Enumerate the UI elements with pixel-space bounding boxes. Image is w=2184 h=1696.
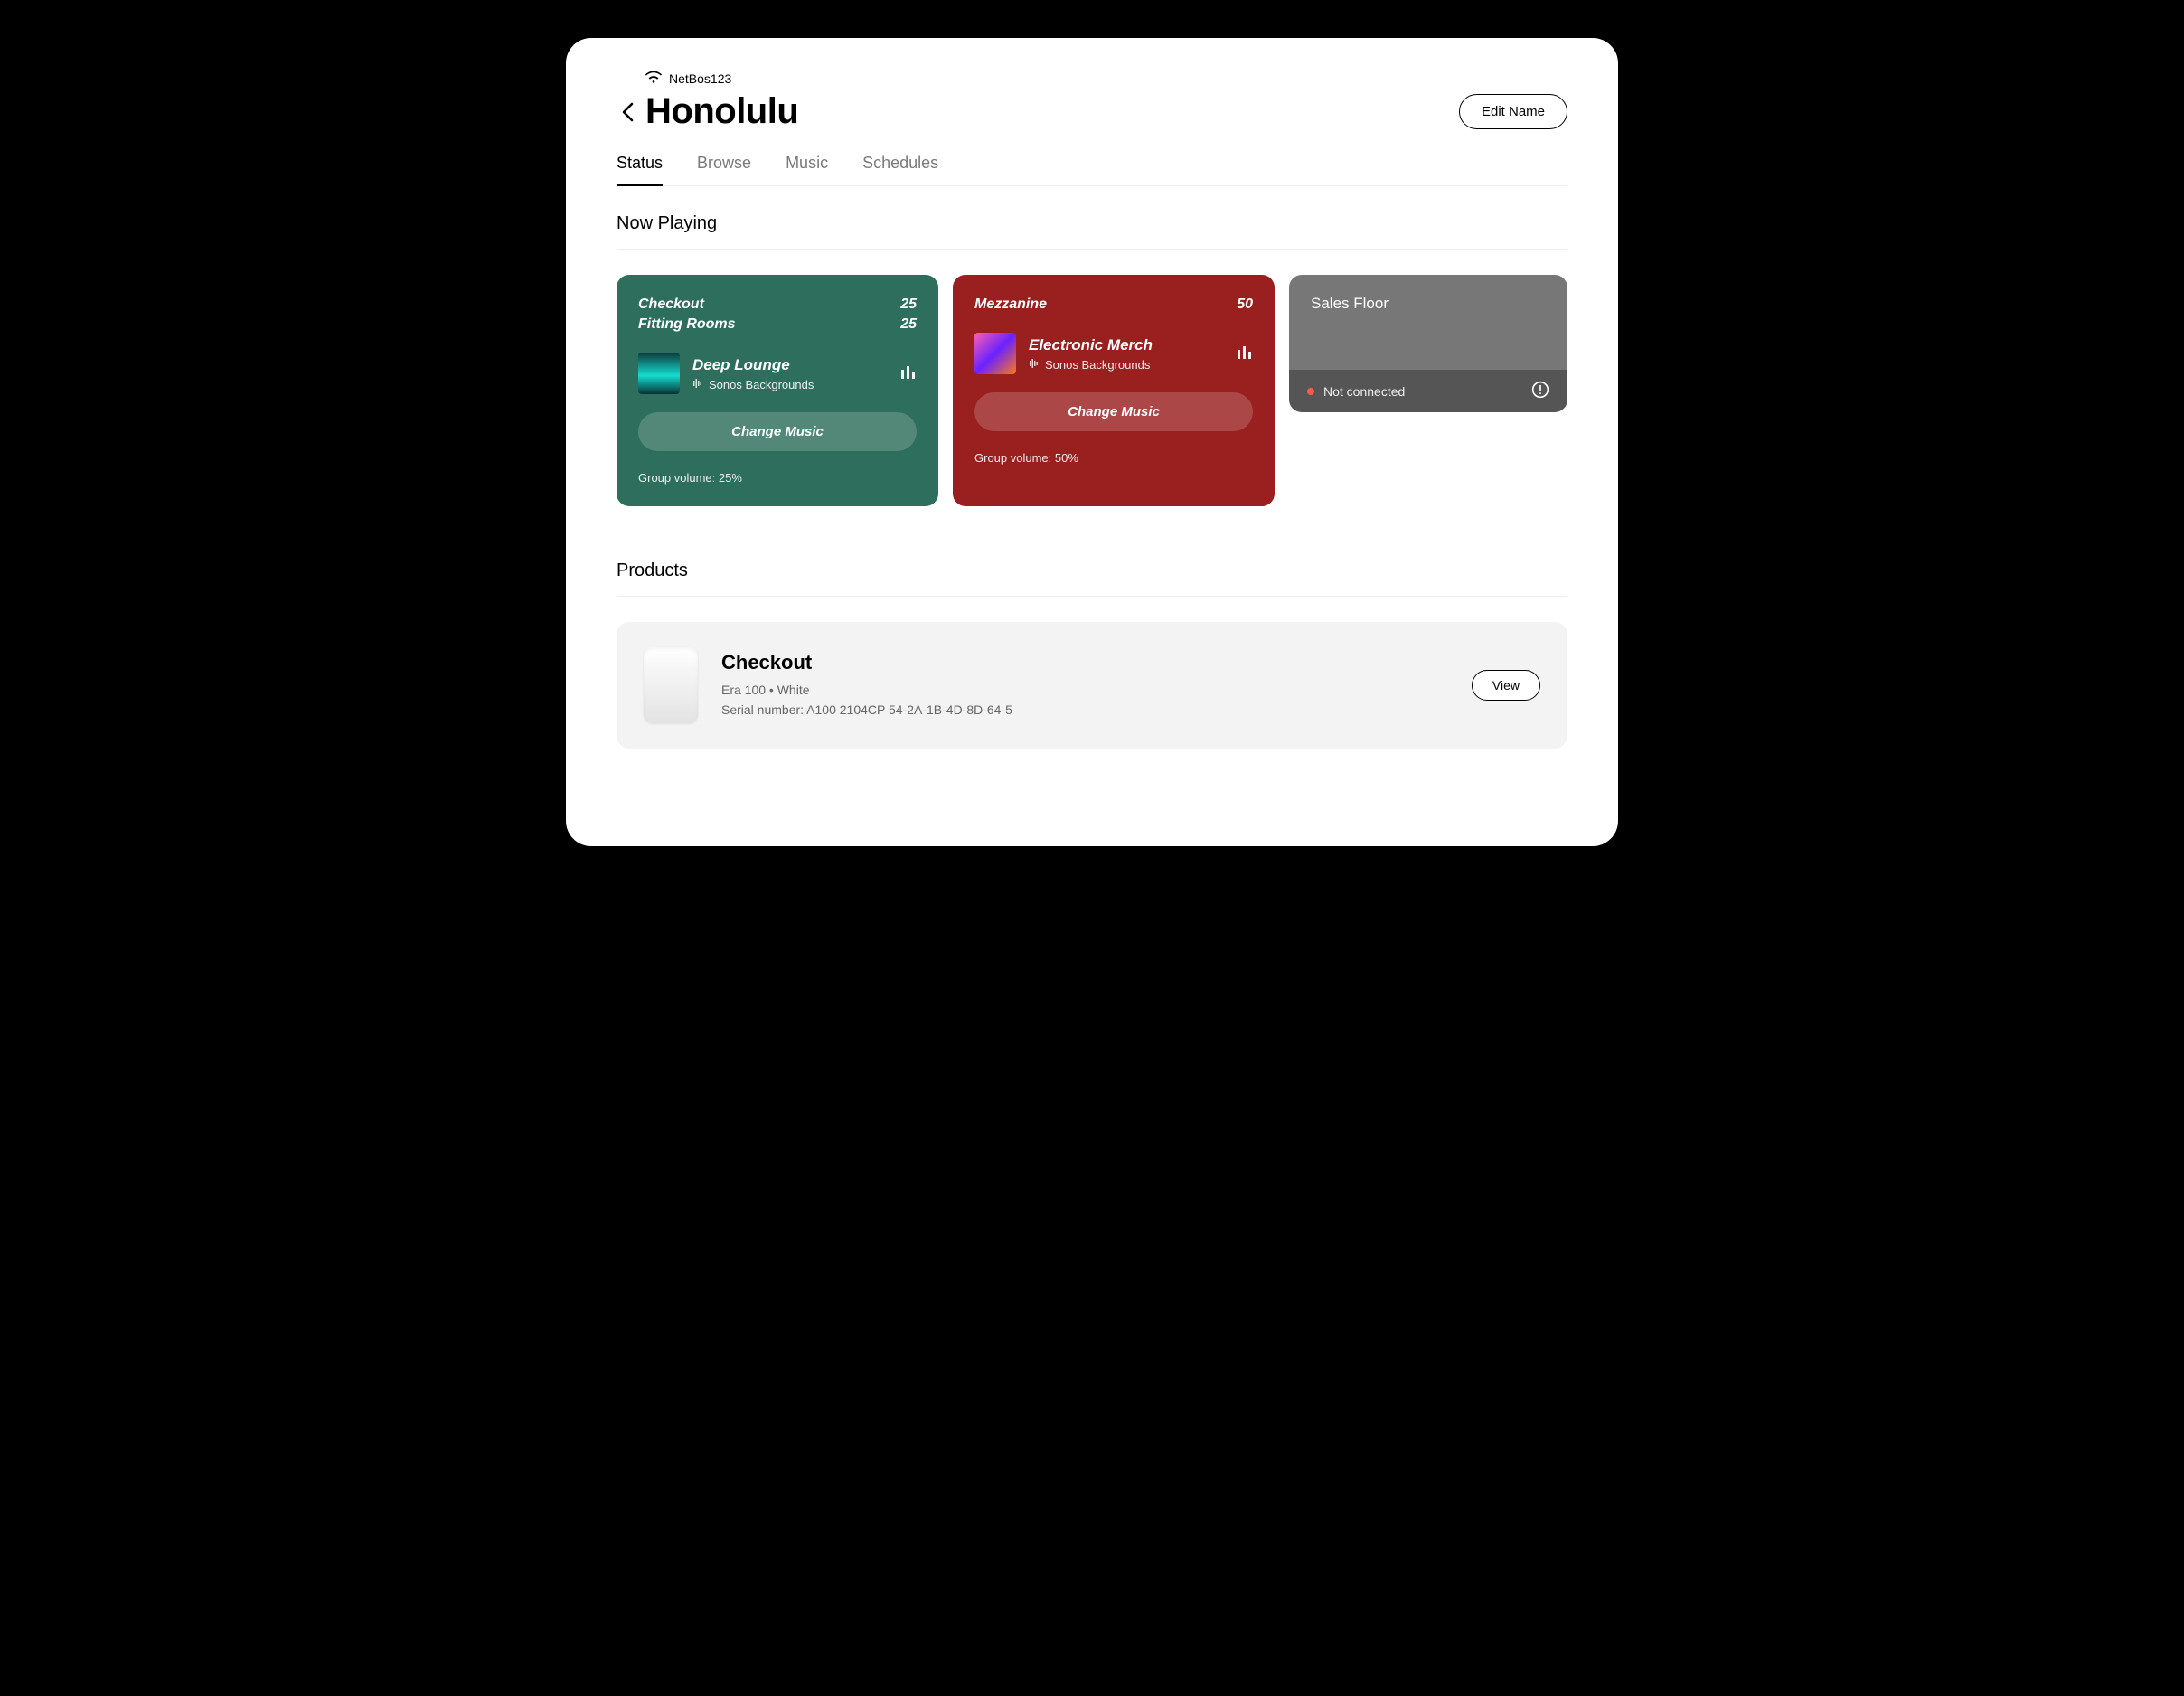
product-card: Checkout Era 100 • White Serial number: … — [617, 622, 1567, 749]
zone-card-checkout[interactable]: Checkout 25 Fitting Rooms 25 Deep Lounge — [617, 275, 938, 506]
zone-line: Mezzanine 50 — [974, 297, 1253, 313]
album-art — [638, 353, 680, 394]
track-source-label: Sonos Backgrounds — [709, 378, 814, 391]
equalizer-icon — [900, 364, 917, 383]
change-music-button[interactable]: Change Music — [638, 412, 917, 451]
chevron-left-icon — [621, 102, 634, 122]
tab-status[interactable]: Status — [617, 154, 663, 185]
edit-name-button[interactable]: Edit Name — [1459, 94, 1567, 129]
wifi-name: NetBos123 — [669, 71, 731, 86]
view-product-button[interactable]: View — [1472, 670, 1540, 701]
track-source-label: Sonos Backgrounds — [1045, 358, 1150, 372]
wifi-icon — [645, 71, 662, 86]
album-art — [974, 333, 1016, 374]
group-volume-label: Group volume: 50% — [974, 451, 1253, 465]
zone-card-sales-floor[interactable]: Sales Floor Not connected — [1289, 275, 1567, 412]
tab-schedules[interactable]: Schedules — [862, 154, 938, 185]
zone-line: Checkout 25 — [638, 297, 917, 313]
back-button[interactable] — [617, 101, 638, 123]
speaker-icon — [644, 647, 698, 723]
change-music-button[interactable]: Change Music — [974, 392, 1253, 431]
page-title: Honolulu — [645, 91, 798, 132]
track-row: Deep Lounge Sonos Backgrounds — [638, 353, 917, 394]
zone-name: Fitting Rooms — [638, 316, 736, 333]
tab-music[interactable]: Music — [786, 154, 828, 185]
zone-volume: 25 — [900, 316, 917, 333]
product-model: Era 100 • White — [721, 680, 1448, 700]
status-dot-icon — [1307, 388, 1314, 395]
sonos-icon — [692, 378, 703, 391]
zone-status-bar: Not connected — [1289, 370, 1567, 412]
product-name: Checkout — [721, 651, 1448, 674]
title-row: Honolulu Edit Name — [617, 91, 1567, 132]
product-info: Checkout Era 100 • White Serial number: … — [721, 651, 1448, 721]
title-left: Honolulu — [617, 91, 798, 132]
zone-volume: 50 — [1237, 297, 1253, 313]
sonos-icon — [1029, 358, 1040, 372]
now-playing-heading: Now Playing — [617, 213, 1567, 250]
equalizer-icon — [1237, 344, 1253, 363]
track-source: Sonos Backgrounds — [1029, 358, 1224, 372]
zone-card-mezzanine[interactable]: Mezzanine 50 Electronic Merch Sonos Back… — [953, 275, 1275, 506]
group-volume-label: Group volume: 25% — [638, 471, 917, 485]
zone-title: Sales Floor — [1289, 275, 1567, 333]
track-source: Sonos Backgrounds — [692, 378, 888, 391]
products-heading: Products — [617, 561, 1567, 597]
track-info: Deep Lounge Sonos Backgrounds — [692, 356, 888, 391]
zone-name: Checkout — [638, 297, 704, 313]
zone-line: Fitting Rooms 25 — [638, 316, 917, 333]
now-playing-cards: Checkout 25 Fitting Rooms 25 Deep Lounge — [617, 275, 1567, 506]
tab-browse[interactable]: Browse — [697, 154, 751, 185]
track-info: Electronic Merch Sonos Backgrounds — [1029, 336, 1224, 372]
alert-icon — [1531, 381, 1549, 401]
tablet-frame: NetBos123 Honolulu Edit Name Status Brow… — [546, 18, 1638, 866]
track-title: Deep Lounge — [692, 356, 888, 374]
track-row: Electronic Merch Sonos Backgrounds — [974, 333, 1253, 374]
product-serial: Serial number: A100 2104CP 54-2A-1B-4D-8… — [721, 700, 1448, 720]
zone-name: Mezzanine — [974, 297, 1047, 313]
zone-volume: 25 — [900, 297, 917, 313]
wifi-status: NetBos123 — [645, 71, 1567, 86]
tab-bar: Status Browse Music Schedules — [617, 154, 1567, 186]
track-title: Electronic Merch — [1029, 336, 1224, 354]
app-screen: NetBos123 Honolulu Edit Name Status Brow… — [566, 38, 1618, 846]
status-text: Not connected — [1323, 384, 1405, 399]
